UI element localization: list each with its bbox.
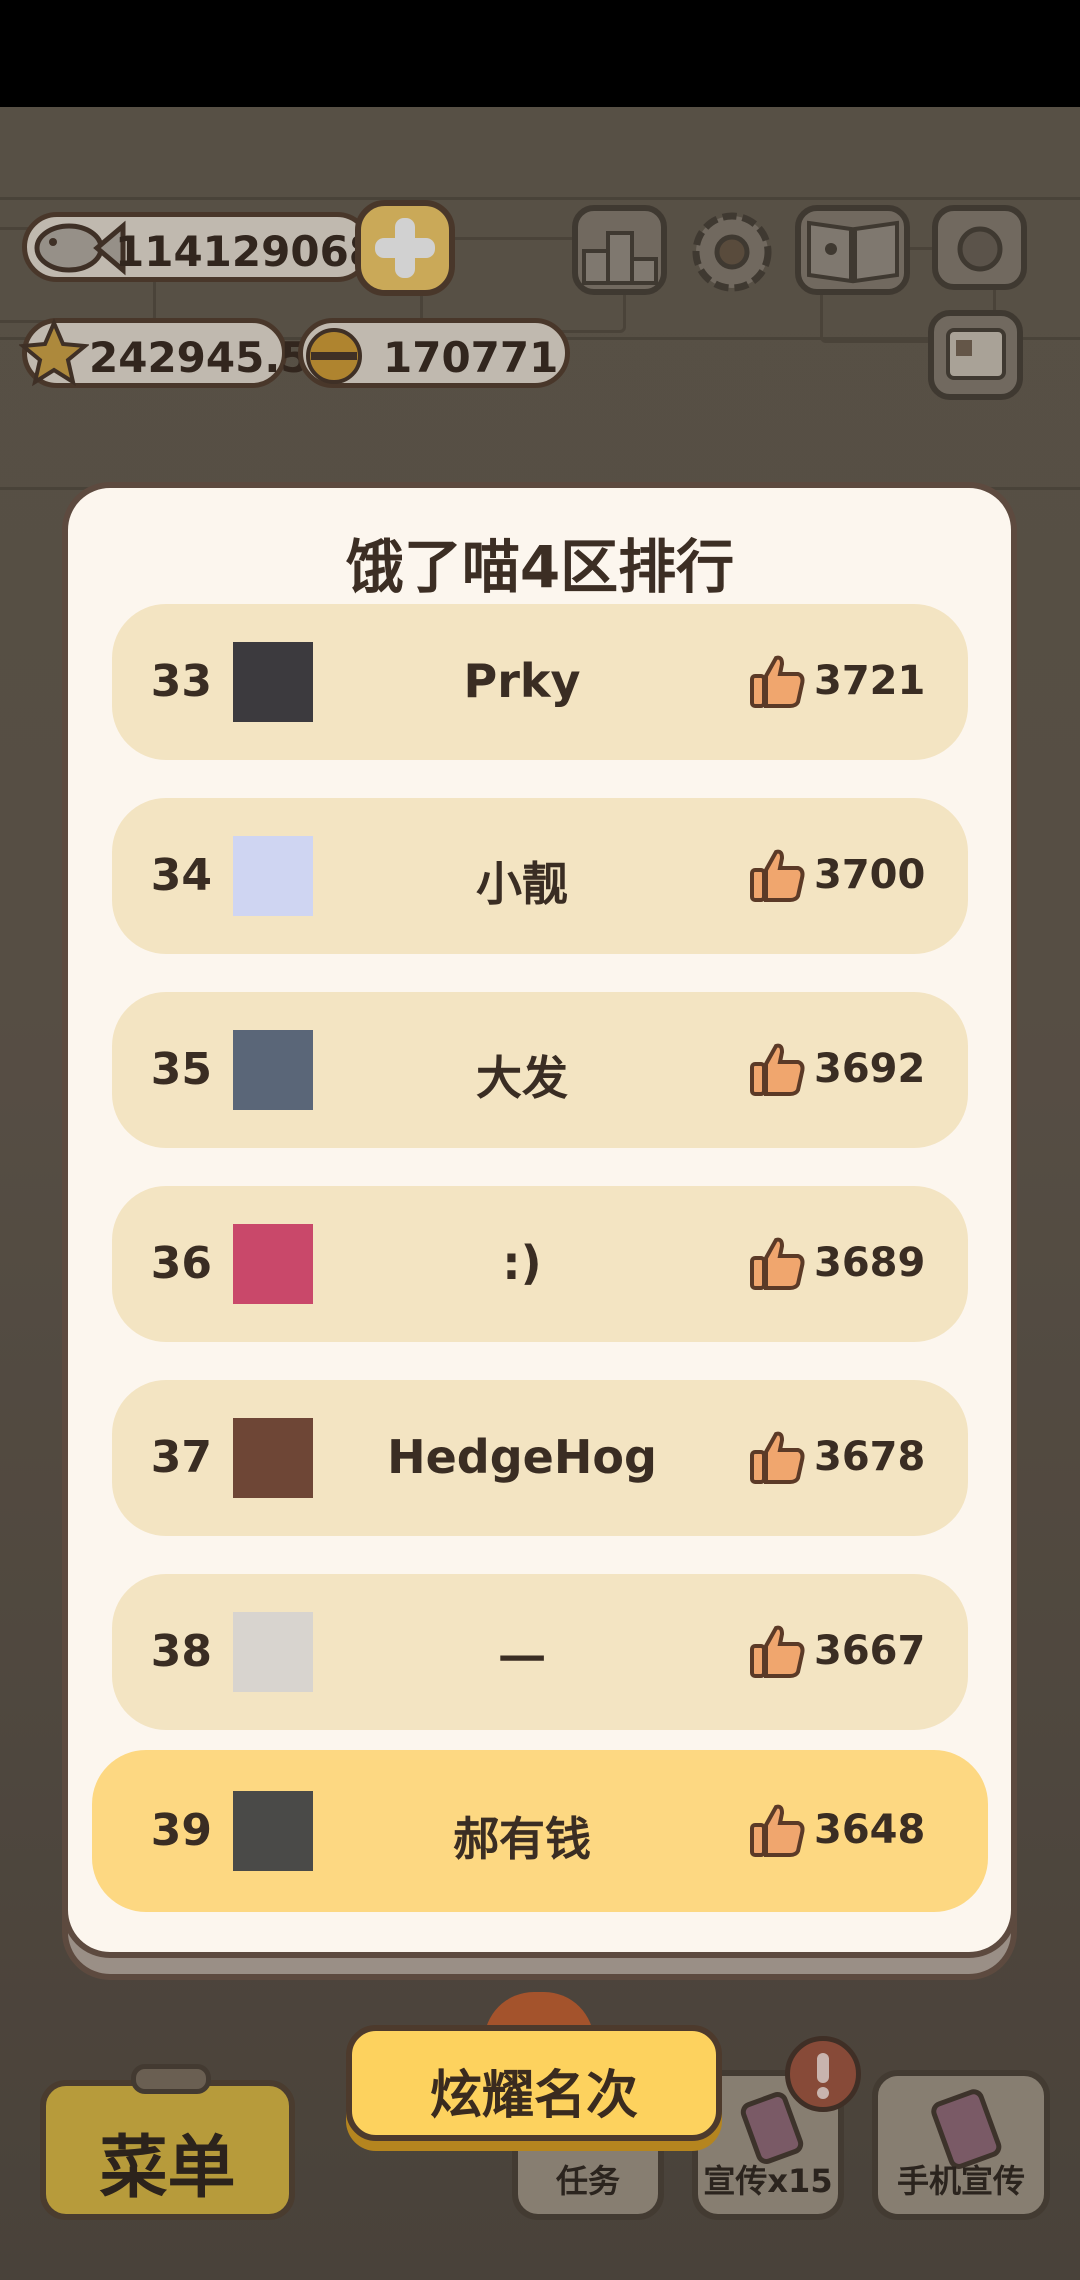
exclamation-icon bbox=[817, 2053, 829, 2099]
ranking-row[interactable]: 33 Prky 3721 bbox=[112, 604, 968, 760]
player-name: :) bbox=[502, 1236, 542, 1290]
rank-number: 39 bbox=[150, 1805, 212, 1856]
alert-badge bbox=[785, 2036, 861, 2112]
like-count: 3689 bbox=[814, 1240, 926, 1286]
status-bar bbox=[0, 0, 1080, 107]
rank-number: 33 bbox=[150, 656, 212, 707]
like-count: 3721 bbox=[814, 658, 926, 704]
like-count: 3678 bbox=[814, 1434, 926, 1480]
show-off-rank-button[interactable]: 炫耀名次 bbox=[346, 2025, 722, 2141]
like-count: 3648 bbox=[814, 1807, 926, 1853]
thumbs-up-icon[interactable] bbox=[748, 1234, 806, 1292]
menu-button[interactable]: 菜单 bbox=[40, 2064, 295, 2220]
menu-label: 菜单 bbox=[99, 2129, 236, 2208]
player-name: HedgeHog bbox=[387, 1430, 657, 1484]
ranking-row[interactable]: 35 大发 3692 bbox=[112, 992, 968, 1148]
thumbs-up-icon[interactable] bbox=[748, 652, 806, 710]
rank-number: 35 bbox=[150, 1044, 212, 1095]
thumbs-up-icon[interactable] bbox=[748, 1801, 806, 1859]
show-off-rank-label: 炫耀名次 bbox=[429, 2066, 638, 2126]
player-name: 小靓 bbox=[476, 857, 568, 911]
thumbs-up-icon[interactable] bbox=[748, 1622, 806, 1680]
like-count: 3692 bbox=[814, 1046, 926, 1092]
ranking-row[interactable]: 34 小靓 3700 bbox=[112, 798, 968, 954]
player-name: 大发 bbox=[476, 1051, 568, 1105]
ranking-row-self[interactable]: 39 郝有钱 3648 bbox=[92, 1750, 988, 1912]
panel-title: 饿了喵4区排行 bbox=[345, 533, 735, 601]
thumbs-up-icon[interactable] bbox=[748, 1428, 806, 1486]
rank-number: 34 bbox=[150, 850, 212, 901]
player-name: Prky bbox=[463, 654, 581, 708]
ranking-row[interactable]: 37 HedgeHog 3678 bbox=[112, 1380, 968, 1536]
like-count: 3700 bbox=[814, 852, 926, 898]
thumbs-up-icon[interactable] bbox=[748, 846, 806, 904]
clip-icon bbox=[131, 2064, 211, 2094]
phone-promote-label: 手机宣传 bbox=[896, 2162, 1025, 2200]
player-name: 一 bbox=[499, 1633, 545, 1687]
thumbs-up-icon[interactable] bbox=[748, 1040, 806, 1098]
rank-number: 36 bbox=[150, 1238, 212, 1289]
task-label: 任务 bbox=[555, 2162, 620, 2200]
rank-number: 37 bbox=[150, 1432, 212, 1483]
ranking-row[interactable]: 36:) 3689 bbox=[112, 1186, 968, 1342]
ranking-row[interactable]: 38 一 3667 bbox=[112, 1574, 968, 1730]
promote-label: 宣传x15 bbox=[703, 2162, 833, 2200]
rank-number: 38 bbox=[150, 1626, 212, 1677]
player-name: 郝有钱 bbox=[453, 1812, 591, 1866]
like-count: 3667 bbox=[814, 1628, 926, 1674]
phone-promote-button[interactable]: 手机宣传 bbox=[872, 2070, 1050, 2220]
